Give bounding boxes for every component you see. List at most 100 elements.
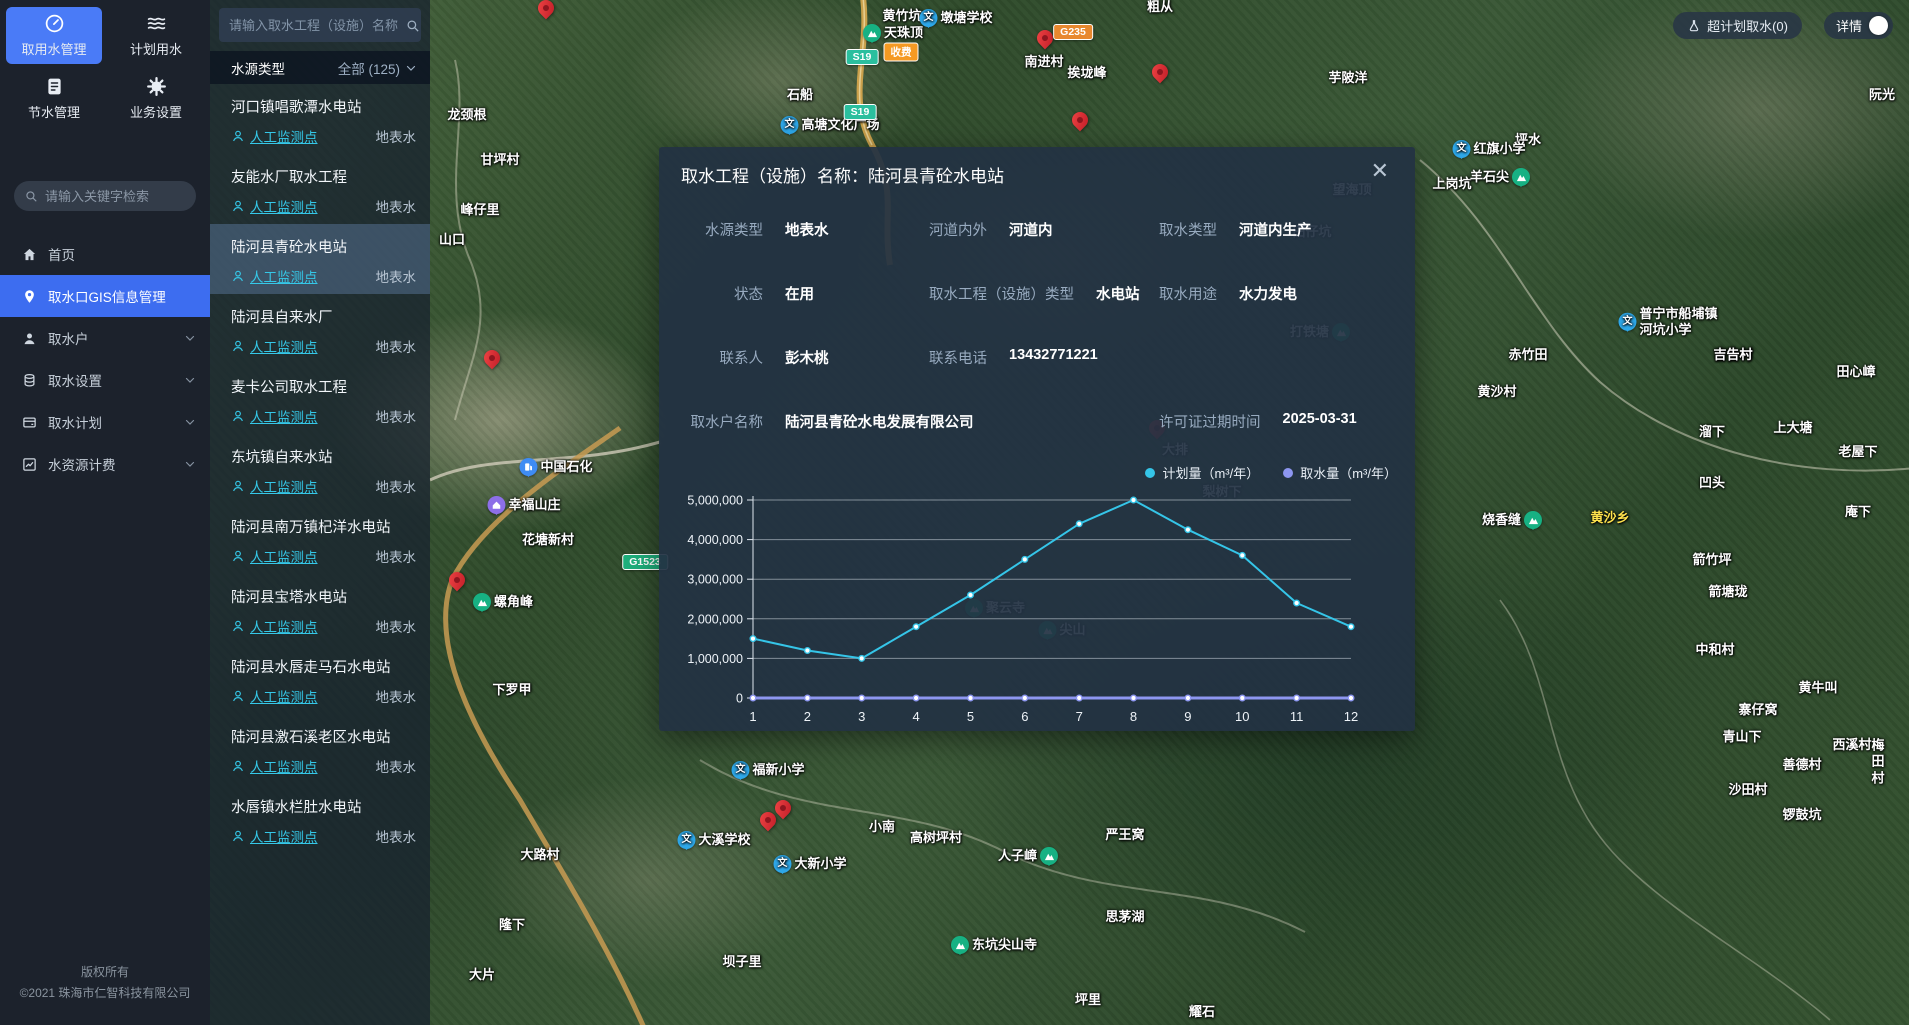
field-label: 取水类型 (1159, 219, 1217, 240)
map-label: 甘坪村 (480, 152, 519, 168)
detail-toggle[interactable]: 详情 (1824, 12, 1893, 39)
map-label-text: 南进村 (1024, 54, 1063, 70)
map-label: 思茅湖 (1105, 909, 1144, 925)
map-label-text: 严王窝 (1105, 827, 1144, 843)
map-label: 文红旗小学 (1452, 140, 1525, 158)
sidebar-item-1[interactable]: 首页 (0, 233, 210, 275)
facility-list: 河口镇唱歌潭水电站人工监测点地表水友能水厂取水工程人工监测点地表水陆河县青砼水电… (210, 84, 430, 854)
field-value: 河道内 (1009, 219, 1053, 240)
sidebar-item-label: 取水计划 (48, 412, 102, 432)
facility-name: 陆河县激石溪老区水电站 (231, 726, 416, 747)
facility-name: 东坑镇自来水站 (231, 446, 416, 467)
facility-search[interactable] (219, 8, 421, 42)
map-label: 文福新小学 (731, 761, 804, 779)
copyright: 版权所有 ©2021 珠海市仁智科技有限公司 (0, 962, 210, 1003)
monitor-point-link[interactable]: 人工监测点 (231, 476, 318, 496)
facility-list-item[interactable]: 友能水厂取水工程人工监测点地表水 (210, 154, 430, 224)
monitor-point-link[interactable]: 人工监测点 (231, 196, 318, 216)
field-value: 水力发电 (1239, 283, 1297, 304)
map-label-text: 甘坪村 (480, 152, 519, 168)
school-marker-icon: 文 (773, 855, 791, 873)
field-row: 取水户名称陆河县青砼水电发展有限公司许可证过期时间2025-03-31 (659, 393, 1415, 457)
map-label: 庵下 (1845, 504, 1871, 520)
chevron-down-icon[interactable] (184, 374, 196, 386)
facility-list-item[interactable]: 陆河县宝塔水电站人工监测点地表水 (210, 574, 430, 644)
sidebar-item-2[interactable]: 取水口GIS信息管理 (0, 275, 210, 317)
chevron-down-icon[interactable] (184, 416, 196, 428)
monitor-point-link[interactable]: 人工监测点 (231, 826, 318, 846)
monitor-point-link[interactable]: 人工监测点 (231, 126, 318, 146)
toggle-knob[interactable] (1869, 16, 1888, 35)
sidebar-item-5[interactable]: 取水计划 (0, 401, 210, 443)
map-label: 文墩塘学校 (919, 9, 992, 27)
chevron-down-icon[interactable] (184, 458, 196, 470)
legend-label: 计划量（m³/年） (1162, 463, 1259, 482)
person-icon (231, 409, 245, 423)
facility-search-input[interactable] (229, 18, 405, 33)
monitor-point-link[interactable]: 人工监测点 (231, 756, 318, 776)
field-label: 取水工程（设施）类型 (929, 283, 1074, 304)
monitor-point-link[interactable]: 人工监测点 (231, 686, 318, 706)
facility-list-item[interactable]: 陆河县水唇走马石水电站人工监测点地表水 (210, 644, 430, 714)
field-pair: 许可证过期时间2025-03-31 (1159, 411, 1357, 432)
person-icon (231, 689, 245, 703)
close-icon[interactable]: ✕ (1371, 160, 1389, 182)
map-label-text: 下罗甲 (492, 682, 531, 698)
copyright-line1: 版权所有 (0, 962, 210, 982)
map-label-text: 峰仔里 (460, 202, 499, 218)
legend-item[interactable]: 取水量（m³/年） (1283, 463, 1397, 482)
map-label-text: 凹头 (1699, 475, 1725, 491)
app-tile-1[interactable]: 取用水管理 (6, 7, 102, 64)
app-switcher: 取用水管理计划用水节水管理业务设置 (0, 0, 210, 127)
svg-text:10: 10 (1235, 709, 1249, 724)
sidebar-item-6[interactable]: 水资源计费 (0, 443, 210, 485)
monitor-point-link[interactable]: 人工监测点 (231, 546, 318, 566)
mountain-marker-icon (1524, 511, 1542, 529)
facility-list-item[interactable]: 陆河县南万镇杞洋水电站人工监测点地表水 (210, 504, 430, 574)
map-label-text: 大溪学校 (698, 832, 750, 848)
map-label-text: 福新小学 (752, 762, 804, 778)
field-label: 取水用途 (1159, 283, 1217, 304)
sidebar-search[interactable] (14, 181, 196, 211)
field-value: 13432771221 (1009, 347, 1098, 368)
map-label-text: 箭塘珑 (1708, 584, 1747, 600)
monitor-point-link[interactable]: 人工监测点 (231, 616, 318, 636)
monitor-point-link[interactable]: 人工监测点 (231, 336, 318, 356)
facility-list-item[interactable]: 陆河县自来水厂人工监测点地表水 (210, 294, 430, 364)
facility-list-item[interactable]: 东坑镇自来水站人工监测点地表水 (210, 434, 430, 504)
map-label-text: 大片 (469, 967, 495, 983)
map-label-text: 思茅湖 (1105, 909, 1144, 925)
monitor-point-link[interactable]: 人工监测点 (231, 406, 318, 426)
filter-dropdown[interactable]: 全部 (125) (338, 58, 417, 78)
over-plan-intake-button[interactable]: 超计划取水(0) (1673, 12, 1802, 39)
water-source-type: 地表水 (376, 686, 417, 706)
map-label-text: 山口 (439, 232, 465, 248)
map-label: 小南 (869, 819, 895, 835)
chart-legend: 计划量（m³/年） 取水量（m³/年） (659, 463, 1415, 482)
chevron-down-icon[interactable] (184, 332, 196, 344)
sidebar-item-3[interactable]: 取水户 (0, 317, 210, 359)
search-icon[interactable] (405, 18, 420, 33)
monitor-point-label: 人工监测点 (250, 336, 318, 356)
app-tile-4[interactable]: 业务设置 (108, 70, 204, 127)
legend-item[interactable]: 计划量（m³/年） (1145, 463, 1259, 482)
modal-title: 取水工程（设施）名称：陆河县青砼水电站 (659, 147, 1415, 187)
field-pair: 取水用途 水力发电 (1159, 283, 1297, 304)
facility-list-item[interactable]: 陆河县激石溪老区水电站人工监测点地表水 (210, 714, 430, 784)
sidebar-item-4[interactable]: 取水设置 (0, 359, 210, 401)
map-label-text: 吉告村 (1713, 347, 1752, 363)
flask-icon (1687, 19, 1701, 33)
facility-detail-modal: 取水工程（设施）名称：陆河县青砼水电站 ✕ 水源类型地表水河道内外河道内取水类型… (659, 147, 1415, 731)
monitor-point-link[interactable]: 人工监测点 (231, 266, 318, 286)
legend-dot (1145, 468, 1155, 478)
svg-text:3: 3 (858, 709, 865, 724)
facility-list-item[interactable]: 陆河县青砼水电站人工监测点地表水 (210, 224, 430, 294)
facility-list-item[interactable]: 麦卡公司取水工程人工监测点地表水 (210, 364, 430, 434)
app-tile-2[interactable]: 计划用水 (108, 7, 204, 64)
facility-list-item[interactable]: 水唇镇水栏肚水电站人工监测点地表水 (210, 784, 430, 854)
facility-list-item[interactable]: 河口镇唱歌潭水电站人工监测点地表水 (210, 84, 430, 154)
app-tile-3[interactable]: 节水管理 (6, 70, 102, 127)
field-label: 联系人 (673, 347, 763, 368)
sidebar-search-input[interactable] (45, 189, 221, 204)
app-root: 黄竹坑天珠顶文墩塘学校粗从南进村挨垅峰芋陂洋阮光坪水文红旗小学望海顶上岗坑羊石尖… (0, 0, 1909, 1025)
